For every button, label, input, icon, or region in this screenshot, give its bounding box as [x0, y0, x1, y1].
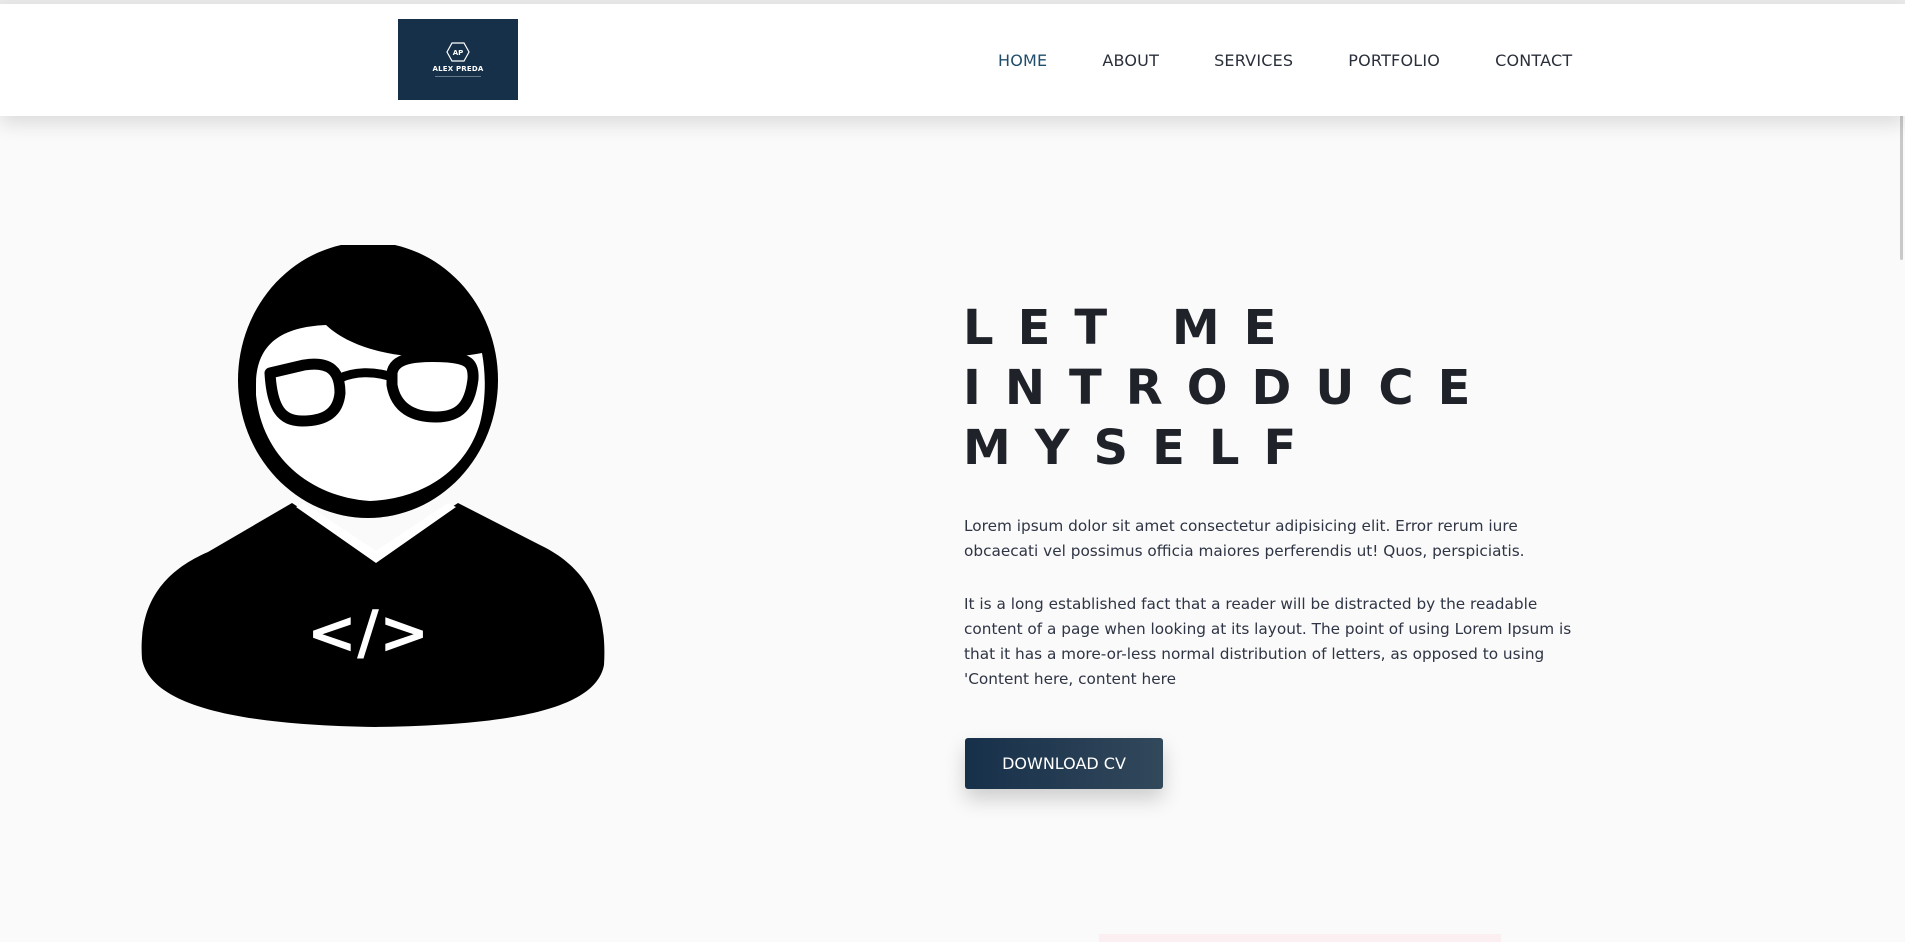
logo-underline [435, 76, 481, 77]
main-nav: HOME ABOUT SERVICES PORTFOLIO CONTACT [998, 51, 1572, 70]
hero-title-line-3: MYSELF [963, 420, 1321, 476]
nav-contact[interactable]: CONTACT [1495, 51, 1572, 70]
code-glyph: </> [307, 598, 429, 668]
logo-initials: AP [453, 49, 464, 57]
hero-title-line-1: LET ME [963, 300, 1301, 356]
scrollbar-thumb[interactable] [1900, 104, 1903, 260]
hero-title: LET ME INTRODUCE MYSELF [963, 298, 1523, 478]
download-cv-button[interactable]: DOWNLOAD CV [965, 738, 1163, 789]
next-section-edge [1099, 934, 1501, 942]
navbar: AP ALEX PREDA HOME ABOUT SERVICES PORTFO… [0, 4, 1905, 116]
hero-title-line-2: INTRODUCE [963, 360, 1495, 416]
page: AP ALEX PREDA HOME ABOUT SERVICES PORTFO… [0, 0, 1905, 942]
logo[interactable]: AP ALEX PREDA [398, 19, 518, 100]
nav-services[interactable]: SERVICES [1214, 51, 1293, 70]
developer-avatar-icon: </> [141, 245, 605, 727]
intro-paragraph: Lorem ipsum dolor sit amet consectetur a… [964, 517, 1525, 560]
logo-name: ALEX PREDA [432, 65, 484, 73]
nav-home[interactable]: HOME [998, 51, 1047, 70]
hexagon-logo-icon: AP [446, 42, 470, 62]
nav-portfolio[interactable]: PORTFOLIO [1348, 51, 1440, 70]
nav-about[interactable]: ABOUT [1102, 51, 1159, 70]
detail-paragraph: It is a long established fact that a rea… [964, 595, 1572, 688]
